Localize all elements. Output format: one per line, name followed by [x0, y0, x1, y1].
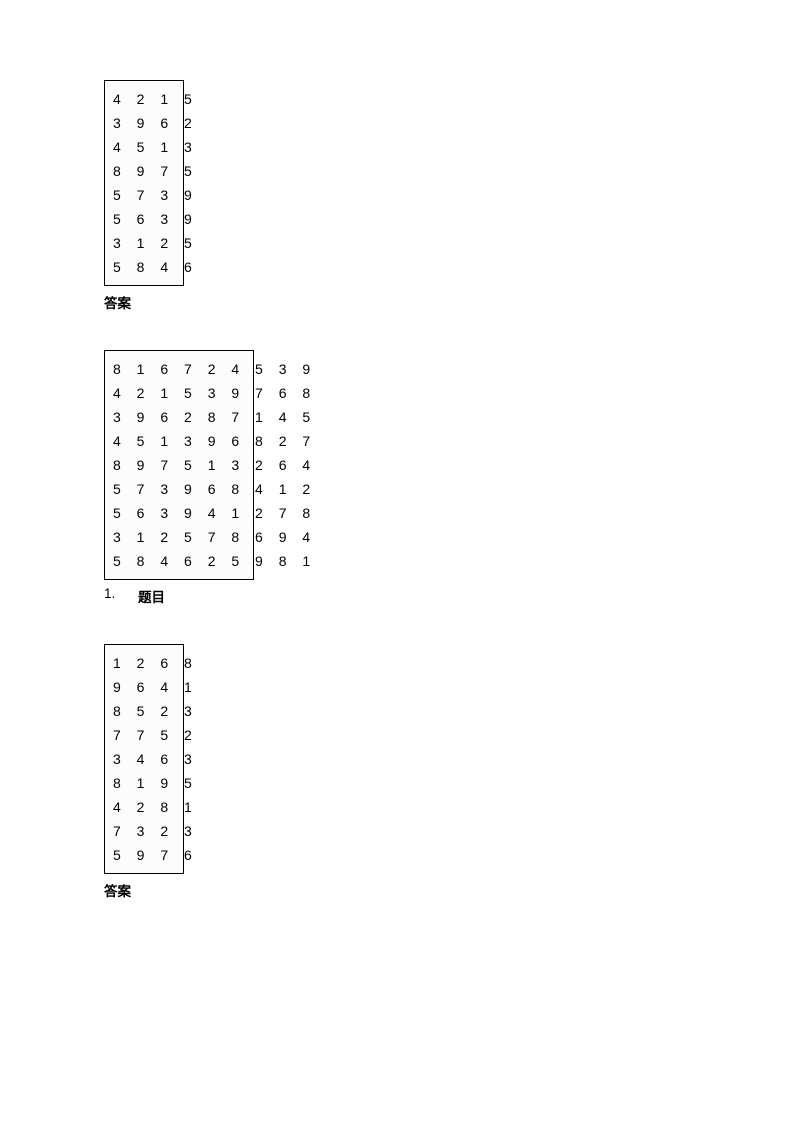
question-label: 1. 题目	[104, 586, 794, 606]
grid-row: 3 1 2 5 7 8 6 9 4	[113, 525, 245, 549]
grid-row: 9 6 4 1	[113, 675, 175, 699]
grid-row: 4 5 1 3 9 6 8 2 7	[113, 429, 245, 453]
grid-row: 4 5 1 3	[113, 135, 175, 159]
grid-row: 3 9 6 2 8 7 1 4 5	[113, 405, 245, 429]
number-grid-3: 1 2 6 8 9 6 4 1 8 5 2 3 7 7 5 2 3 4 6 3 …	[104, 644, 184, 874]
grid-row: 3 4 6 3	[113, 747, 175, 771]
grid-row: 5 8 4 6	[113, 255, 175, 279]
grid-row: 5 9 7 6	[113, 843, 175, 867]
grid-row: 3 1 2 5	[113, 231, 175, 255]
question-number: 1.	[104, 586, 138, 606]
grid-row: 4 2 1 5	[113, 87, 175, 111]
grid-row: 8 1 6 7 2 4 5 3 9	[113, 357, 245, 381]
grid-row: 7 7 5 2	[113, 723, 175, 747]
answer-label: 答案	[104, 880, 794, 900]
number-grid-1: 4 2 1 5 3 9 6 2 4 5 1 3 8 9 7 5 5 7 3 9 …	[104, 80, 184, 286]
grid-row: 5 6 3 9 4 1 2 7 8	[113, 501, 245, 525]
grid-row: 5 7 3 9	[113, 183, 175, 207]
grid-row: 4 2 1 5 3 9 7 6 8	[113, 381, 245, 405]
grid-row: 8 9 7 5	[113, 159, 175, 183]
grid-row: 8 5 2 3	[113, 699, 175, 723]
document-page: 4 2 1 5 3 9 6 2 4 5 1 3 8 9 7 5 5 7 3 9 …	[0, 0, 794, 900]
section-3: 1 2 6 8 9 6 4 1 8 5 2 3 7 7 5 2 3 4 6 3 …	[104, 644, 794, 900]
grid-row: 7 3 2 3	[113, 819, 175, 843]
section-2: 8 1 6 7 2 4 5 3 9 4 2 1 5 3 9 7 6 8 3 9 …	[104, 350, 794, 606]
grid-row: 5 6 3 9	[113, 207, 175, 231]
section-1: 4 2 1 5 3 9 6 2 4 5 1 3 8 9 7 5 5 7 3 9 …	[104, 80, 794, 312]
grid-row: 4 2 8 1	[113, 795, 175, 819]
question-text: 题目	[138, 586, 165, 606]
grid-row: 8 1 9 5	[113, 771, 175, 795]
grid-row: 1 2 6 8	[113, 651, 175, 675]
number-grid-2: 8 1 6 7 2 4 5 3 9 4 2 1 5 3 9 7 6 8 3 9 …	[104, 350, 254, 580]
grid-row: 5 8 4 6 2 5 9 8 1	[113, 549, 245, 573]
grid-row: 5 7 3 9 6 8 4 1 2	[113, 477, 245, 501]
grid-row: 8 9 7 5 1 3 2 6 4	[113, 453, 245, 477]
answer-label: 答案	[104, 292, 794, 312]
grid-row: 3 9 6 2	[113, 111, 175, 135]
